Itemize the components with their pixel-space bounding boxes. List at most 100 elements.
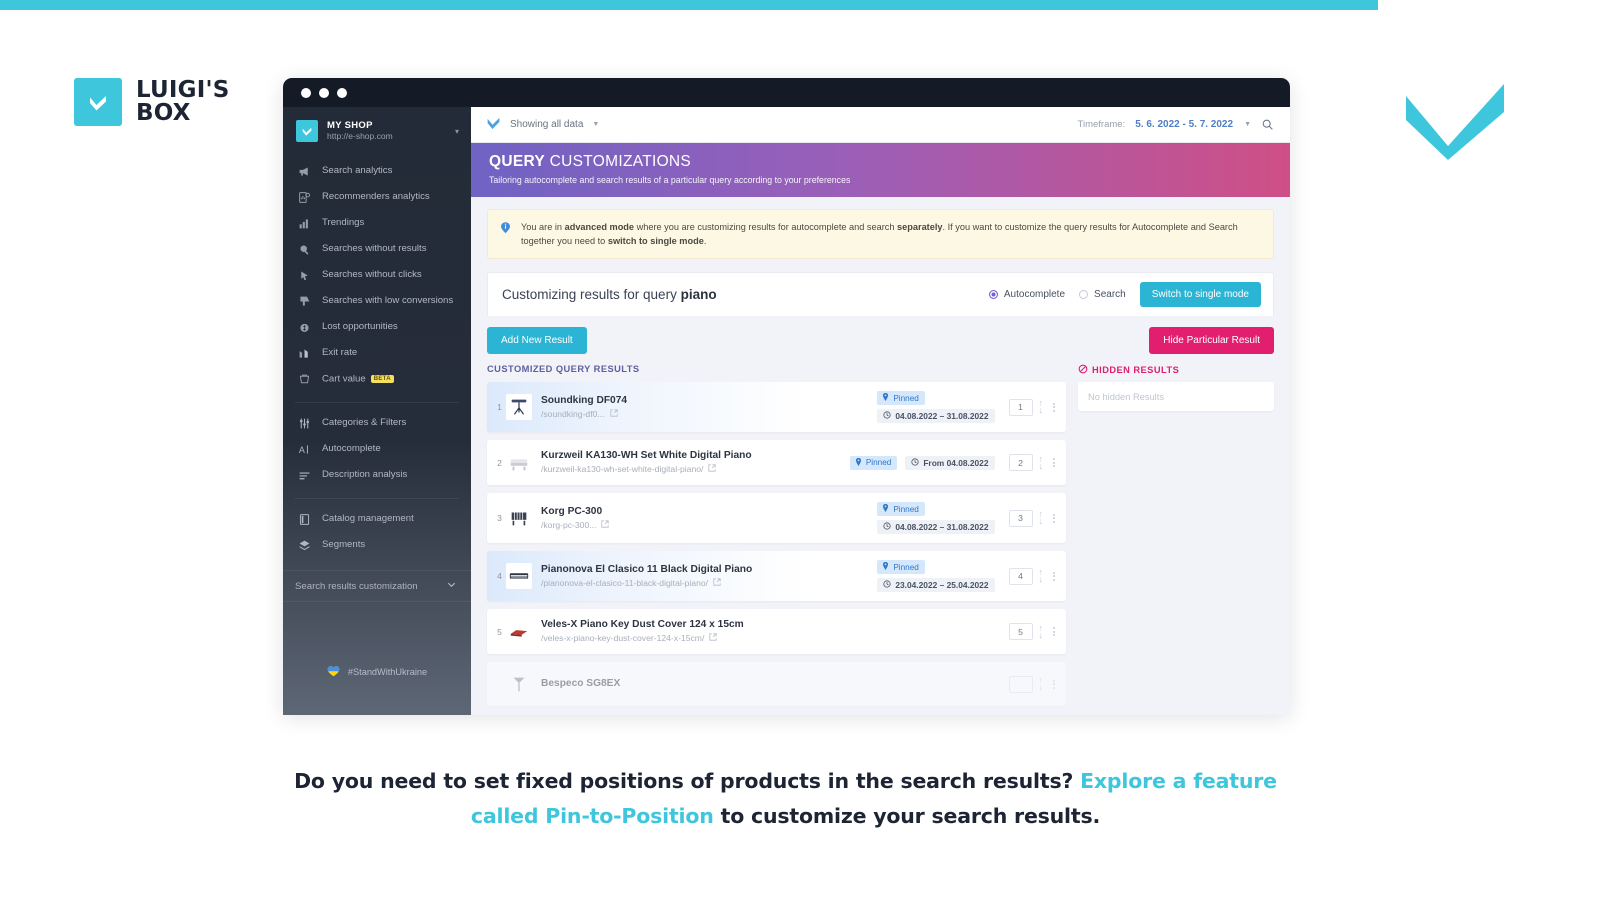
date-range-badge: 04.08.2022 – 31.08.2022 [877, 409, 995, 423]
row-url[interactable]: /pianonova-el-clasico-11-black-digital-p… [541, 577, 877, 590]
sidebar-item-cart-value[interactable]: Cart value BETA [283, 366, 471, 392]
data-scope-selector[interactable]: Showing all data ▼ [485, 114, 599, 136]
arrow-down-icon[interactable]: ↓ [1039, 683, 1044, 692]
external-link-icon[interactable] [609, 408, 618, 421]
arrow-down-icon[interactable]: ↓ [1039, 461, 1044, 470]
sidebar-item-categories-filters[interactable]: Categories & Filters [283, 410, 471, 436]
row-url[interactable]: /korg-pc-300... [541, 519, 877, 532]
window-dot-minimize[interactable] [319, 87, 329, 98]
row-menu-icon[interactable] [1050, 678, 1058, 690]
sidebar-item-exit-rate[interactable]: Exit rate [283, 340, 471, 366]
row-url-text: /pianonova-el-clasico-11-black-digital-p… [541, 577, 709, 588]
row-url[interactable]: /kurzweil-ka130-wh-set-white-digital-pia… [541, 463, 850, 476]
sidebar-item-lost-opportunities[interactable]: Lost opportunities [283, 314, 471, 340]
sidebar-item-segments[interactable]: Segments [283, 532, 471, 558]
sidebar-item-description-analysis[interactable]: Description analysis [283, 462, 471, 488]
sidebar-item-searches-without-results[interactable]: Searches without results [283, 236, 471, 262]
logo-wordmark: LUIGI'S BOX [136, 79, 230, 125]
shop-selector[interactable]: MY SHOP http://e-shop.com ▾ [283, 107, 471, 155]
sidebar-item-searches-with-low-conversions[interactable]: Searches with low conversions [283, 288, 471, 314]
move-arrows[interactable]: ↑ ↓ [1039, 510, 1044, 526]
position-input[interactable]: 2 [1008, 454, 1033, 471]
clock-icon [883, 580, 891, 590]
sidebar-item-search-results-customization[interactable]: Search results customization [283, 570, 471, 602]
lines-icon [297, 469, 311, 482]
action-row: Add New Result Hide Particular Result [487, 316, 1274, 354]
date-range-label: 23.04.2022 – 25.04.2022 [895, 580, 989, 590]
move-arrows[interactable]: ↑ ↓ [1039, 568, 1044, 584]
table-row[interactable]: Bespeco SG8EX ↑ ↓ [487, 662, 1066, 706]
external-link-icon[interactable] [709, 632, 717, 645]
move-arrows[interactable]: ↑ ↓ [1039, 623, 1044, 639]
position-input[interactable]: 5 [1008, 623, 1033, 640]
sidebar-item-search-analytics[interactable]: Search analytics [283, 158, 471, 184]
sidebar-item-searches-without-clicks[interactable]: Searches without clicks [283, 262, 471, 288]
sidebar-item-recommenders-analytics[interactable]: Recommenders analytics [283, 184, 471, 210]
pin-icon [882, 393, 889, 403]
row-menu-icon[interactable] [1050, 401, 1058, 413]
timeframe-value[interactable]: 5. 6. 2022 - 5. 7. 2022 [1135, 119, 1233, 130]
row-title: Pianonova El Clasico 11 Black Digital Pi… [541, 563, 753, 575]
date-range-badge: From 04.08.2022 [905, 455, 995, 470]
add-new-result-button[interactable]: Add New Result [487, 327, 587, 354]
row-menu-icon[interactable] [1050, 570, 1058, 582]
position-input[interactable] [1008, 675, 1033, 693]
cart-value-text: Cart value [322, 373, 366, 385]
sidebar-item-catalog-management[interactable]: Catalog management [283, 506, 471, 532]
music-stand-icon [506, 394, 532, 420]
page-title-rest: CUSTOMIZATIONS [549, 153, 692, 170]
row-menu-icon[interactable] [1050, 626, 1058, 638]
row-title: Soundking DF074 [541, 394, 628, 406]
table-row[interactable]: 1 Soundking DF074 /soundking-df0... Pinn… [487, 382, 1066, 432]
external-link-icon[interactable] [713, 577, 721, 590]
advanced-mode-notice: You are in advanced mode where you are c… [487, 209, 1274, 259]
table-row[interactable]: 5 Veles-X Piano Key Dust Cover 124 x 15c… [487, 609, 1066, 654]
row-url[interactable]: /soundking-df0... [541, 408, 877, 421]
row-tags: Pinned 23.04.2022 – 25.04.2022 [877, 560, 995, 592]
chevron-down-icon[interactable]: ▾ [455, 127, 459, 136]
row-url-text: /korg-pc-300... [541, 519, 597, 530]
move-arrows[interactable]: ↑ ↓ [1039, 676, 1044, 692]
arrow-down-icon[interactable]: ↓ [1039, 575, 1044, 584]
sidebar-item-autocomplete[interactable]: A Autocomplete [283, 436, 471, 462]
caret-down-icon[interactable]: ▼ [1244, 121, 1251, 128]
document-chart-icon [297, 191, 311, 204]
arrow-down-icon[interactable]: ↓ [1039, 630, 1044, 639]
stand-with-ukraine[interactable]: #StandWithUkraine [283, 665, 471, 679]
date-range-label: 04.08.2022 – 31.08.2022 [895, 411, 989, 421]
hide-particular-result-button[interactable]: Hide Particular Result [1149, 327, 1274, 354]
switch-to-single-mode-button[interactable]: Switch to single mode [1139, 282, 1261, 307]
table-row[interactable]: 3 Korg PC-300 /korg-pc-300... Pinned 04.… [487, 493, 1066, 543]
table-row[interactable]: 4 Pianonova El Clasico 11 Black Digital … [487, 551, 1066, 601]
row-url[interactable]: /veles-x-piano-key-dust-cover-124-x-15cm… [541, 632, 995, 645]
arrow-down-icon[interactable]: ↓ [1039, 517, 1044, 526]
position-input[interactable]: 3 [1008, 509, 1033, 527]
radio-dot-icon [988, 290, 998, 299]
pinned-badge: Pinned [849, 455, 898, 470]
pinned-label: Pinned [893, 562, 919, 572]
page-header: QUERY CUSTOMIZATIONS Tailoring autocompl… [471, 143, 1290, 197]
svg-text:A: A [298, 444, 304, 454]
external-link-icon[interactable] [601, 519, 610, 532]
arrow-down-icon[interactable]: ↓ [1039, 406, 1044, 415]
move-arrows[interactable]: ↑ ↓ [1039, 399, 1044, 415]
results-lists: 1 Soundking DF074 /soundking-df0... Pinn… [487, 382, 1274, 714]
position-input[interactable]: 1 [1008, 398, 1033, 416]
move-arrows[interactable]: ↑ ↓ [1039, 454, 1044, 470]
position-input[interactable]: 4 [1008, 567, 1033, 585]
row-menu-icon[interactable] [1050, 457, 1058, 469]
row-index: 2 [497, 457, 502, 468]
search-icon[interactable] [1261, 118, 1274, 131]
sidebar-item-trendings[interactable]: Trendings [283, 210, 471, 236]
window-dot-maximize[interactable] [337, 87, 347, 98]
shop-logo-icon [296, 120, 318, 142]
radio-search[interactable]: Search [1079, 289, 1126, 300]
notice-part-1: You are in [521, 222, 565, 232]
window-dot-close[interactable] [301, 87, 311, 98]
table-row[interactable]: 2 Kurzweil KA130-WH Set White Digital Pi… [487, 440, 1066, 485]
external-link-icon[interactable] [708, 463, 717, 476]
sidebar-group-config: Categories & Filters A Autocomplete Desc… [283, 407, 471, 494]
page-title-bold: QUERY [489, 153, 546, 170]
radio-autocomplete[interactable]: Autocomplete [988, 289, 1065, 300]
row-menu-icon[interactable] [1050, 512, 1058, 524]
